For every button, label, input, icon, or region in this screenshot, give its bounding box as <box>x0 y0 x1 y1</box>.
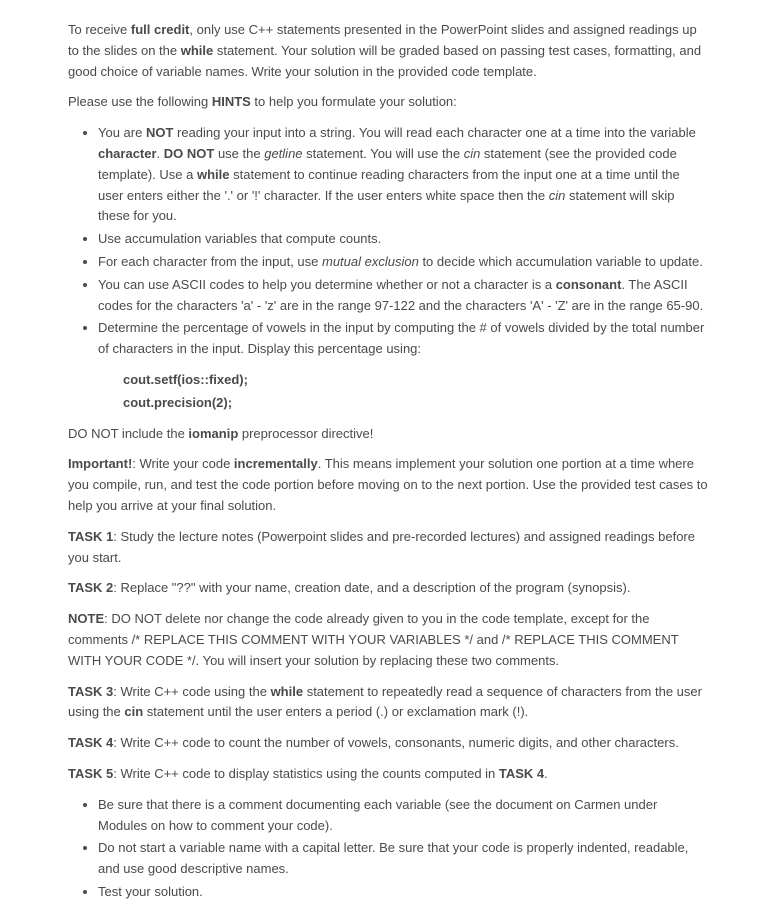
bold-text: Important! <box>68 456 132 471</box>
text: : DO NOT delete nor change the code alre… <box>68 611 678 668</box>
bold-text: while <box>271 684 304 699</box>
text: DO NOT include the <box>68 426 188 441</box>
code-line: cout.precision(2); <box>123 393 708 414</box>
text: : Write your code <box>132 456 234 471</box>
task-label: TASK 3 <box>68 684 113 699</box>
task-2: TASK 2: Replace "??" with your name, cre… <box>68 578 708 599</box>
task-1: TASK 1: Study the lecture notes (Powerpo… <box>68 527 708 569</box>
text: : Write C++ code to display statistics u… <box>113 766 499 781</box>
intro-paragraph: To receive full credit, only use C++ sta… <box>68 20 708 82</box>
text: to decide which accumulation variable to… <box>419 254 703 269</box>
hint-item: For each character from the input, use m… <box>98 252 708 273</box>
text: : Write C++ code to count the number of … <box>113 735 679 750</box>
text: Be sure that there is a comment document… <box>98 797 657 833</box>
bold-text: character <box>98 146 157 161</box>
bold-text: iomanip <box>188 426 238 441</box>
task-label: TASK 4 <box>68 735 113 750</box>
bold-text: TASK 4 <box>499 766 544 781</box>
hint-item: You can use ASCII codes to help you dete… <box>98 275 708 317</box>
text: Do not start a variable name with a capi… <box>98 840 688 876</box>
text: : Replace "??" with your name, creation … <box>113 580 630 595</box>
footer-item: Do not start a variable name with a capi… <box>98 838 708 880</box>
footer-item: Be sure that there is a comment document… <box>98 795 708 837</box>
important-note: Important!: Write your code incrementall… <box>68 454 708 516</box>
text: You are <box>98 125 146 140</box>
bold-text: while <box>181 43 214 58</box>
text: To receive <box>68 22 131 37</box>
text: For each character from the input, use <box>98 254 322 269</box>
italic-text: cin <box>549 188 566 203</box>
task-3: TASK 3: Write C++ code using the while s… <box>68 682 708 724</box>
text: Determine the percentage of vowels in th… <box>98 320 704 356</box>
bold-text: consonant <box>556 277 622 292</box>
bold-text: HINTS <box>212 94 251 109</box>
bold-text: incrementally <box>234 456 318 471</box>
bold-text: while <box>197 167 230 182</box>
hints-list: You are NOT reading your input into a st… <box>68 123 708 360</box>
text: statement. You will use the <box>303 146 464 161</box>
italic-text: mutual exclusion <box>322 254 419 269</box>
bold-text: full credit <box>131 22 190 37</box>
text: Please use the following <box>68 94 212 109</box>
task-label: TASK 2 <box>68 580 113 595</box>
note-block: NOTE: DO NOT delete nor change the code … <box>68 609 708 671</box>
text: to help you formulate your solution: <box>251 94 457 109</box>
text: . <box>544 766 548 781</box>
document-content: To receive full credit, only use C++ sta… <box>0 0 763 923</box>
task-label: TASK 1 <box>68 529 113 544</box>
text: reading your input into a string. You wi… <box>173 125 695 140</box>
text: : Write C++ code using the <box>113 684 270 699</box>
bold-text: NOT <box>146 125 173 140</box>
task-5: TASK 5: Write C++ code to display statis… <box>68 764 708 785</box>
code-line: cout.setf(ios::fixed); <box>123 370 708 391</box>
bold-text: cin <box>124 704 143 719</box>
text: You can use ASCII codes to help you dete… <box>98 277 556 292</box>
footer-item: Test your solution. <box>98 882 708 903</box>
hints-intro: Please use the following HINTS to help y… <box>68 92 708 113</box>
text: . <box>157 146 164 161</box>
hint-item: Determine the percentage of vowels in th… <box>98 318 708 360</box>
italic-text: cin <box>464 146 481 161</box>
text: Use accumulation variables that compute … <box>98 231 381 246</box>
text: Test your solution. <box>98 884 203 899</box>
text: : Study the lecture notes (Powerpoint sl… <box>68 529 695 565</box>
italic-text: getline <box>264 146 302 161</box>
iomanip-warning: DO NOT include the iomanip preprocessor … <box>68 424 708 445</box>
hint-item: Use accumulation variables that compute … <box>98 229 708 250</box>
text: preprocessor directive! <box>238 426 373 441</box>
hint-item: You are NOT reading your input into a st… <box>98 123 708 227</box>
task-label: TASK 5 <box>68 766 113 781</box>
note-label: NOTE <box>68 611 104 626</box>
bold-text: DO NOT <box>164 146 215 161</box>
text: statement until the user enters a period… <box>143 704 528 719</box>
text: use the <box>214 146 264 161</box>
task-4: TASK 4: Write C++ code to count the numb… <box>68 733 708 754</box>
code-snippet: cout.setf(ios::fixed); cout.precision(2)… <box>123 370 708 414</box>
footer-list: Be sure that there is a comment document… <box>68 795 708 903</box>
